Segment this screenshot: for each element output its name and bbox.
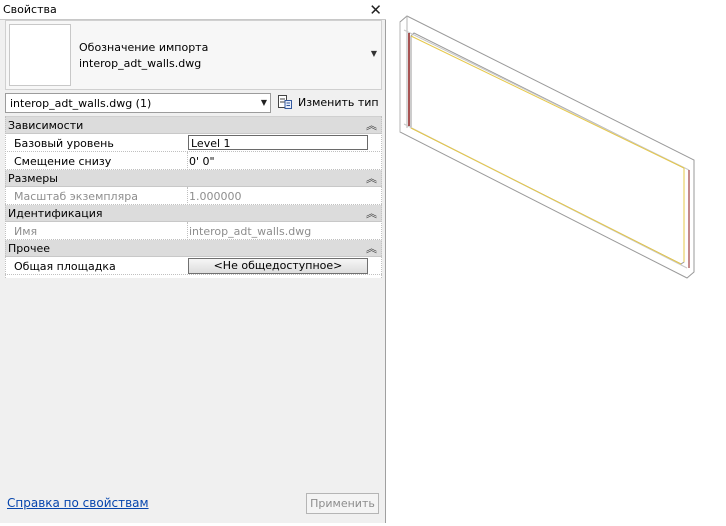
property-row-base-offset: Смещение снизу 0' 0" xyxy=(5,152,382,170)
3d-viewport[interactable] xyxy=(387,0,726,523)
chevron-down-icon[interactable]: ▼ xyxy=(261,98,267,107)
panel-title: Свойства xyxy=(3,3,57,16)
shared-site-button[interactable]: <Не общедоступное> xyxy=(188,258,368,274)
wall-frame-drawing xyxy=(399,15,695,279)
close-icon[interactable]: ✕ xyxy=(369,1,382,19)
collapse-chevrons-icon[interactable]: ︽ xyxy=(366,240,377,256)
group-header-identity[interactable]: Идентификация ︽ xyxy=(5,205,382,222)
group-header-dimensions[interactable]: Размеры ︽ xyxy=(5,170,382,187)
properties-help-link[interactable]: Справка по свойствам xyxy=(7,496,149,510)
column-divider xyxy=(187,222,188,240)
edit-type-label: Изменить тип xyxy=(298,96,379,109)
property-name: Общая площадка xyxy=(14,260,116,273)
instance-scale-value: 1.000000 xyxy=(189,190,242,203)
property-row-instance-scale: Масштаб экземпляра 1.000000 xyxy=(5,187,382,205)
instance-filter-dropdown[interactable]: interop_adt_walls.dwg (1) ▼ xyxy=(5,93,271,113)
group-label: Идентификация xyxy=(8,207,103,220)
chevron-down-icon[interactable]: ▼ xyxy=(371,49,377,58)
apply-button[interactable]: Применить xyxy=(306,493,379,514)
instance-filter-value: interop_adt_walls.dwg (1) xyxy=(10,97,152,110)
type-name: interop_adt_walls.dwg xyxy=(79,57,202,70)
grid-left-border xyxy=(5,116,6,278)
property-row-base-level: Базовый уровень Level 1 xyxy=(5,134,382,152)
base-offset-value[interactable]: 0' 0" xyxy=(189,155,215,168)
group-header-other[interactable]: Прочее ︽ xyxy=(5,240,382,257)
collapse-chevrons-icon[interactable]: ︽ xyxy=(366,205,377,221)
edit-type-button[interactable]: Изменить тип xyxy=(276,93,382,113)
type-family-name: Обозначение импорта xyxy=(79,41,209,54)
collapse-chevrons-icon[interactable]: ︽ xyxy=(366,117,377,133)
edit-type-icon xyxy=(278,95,292,109)
property-value: Level 1 xyxy=(191,137,231,150)
grid-right-border xyxy=(381,116,382,278)
group-label: Прочее xyxy=(8,242,51,255)
group-label: Размеры xyxy=(8,172,58,185)
property-grid: Зависимости ︽ Базовый уровень Level 1 См… xyxy=(5,116,382,278)
base-level-field[interactable]: Level 1 xyxy=(188,135,368,150)
group-label: Зависимости xyxy=(8,119,84,132)
properties-titlebar: Свойства ✕ xyxy=(0,0,386,20)
name-value: interop_adt_walls.dwg xyxy=(189,225,312,238)
type-preview-thumbnail xyxy=(9,24,71,86)
group-header-constraints[interactable]: Зависимости ︽ xyxy=(5,117,382,134)
property-name: Имя xyxy=(14,225,38,238)
properties-panel: Свойства ✕ Обозначение импорта interop_a… xyxy=(0,0,386,523)
property-row-shared-site: Общая площадка <Не общедоступное> xyxy=(5,257,382,275)
collapse-chevrons-icon[interactable]: ︽ xyxy=(366,170,377,186)
type-selector[interactable]: Обозначение импорта interop_adt_walls.dw… xyxy=(5,20,382,90)
property-row-name: Имя interop_adt_walls.dwg xyxy=(5,222,382,240)
property-name: Базовый уровень xyxy=(14,137,114,150)
column-divider xyxy=(187,187,188,205)
property-name: Масштаб экземпляра xyxy=(14,190,138,203)
column-divider xyxy=(187,152,188,170)
property-name: Смещение снизу xyxy=(14,155,112,168)
